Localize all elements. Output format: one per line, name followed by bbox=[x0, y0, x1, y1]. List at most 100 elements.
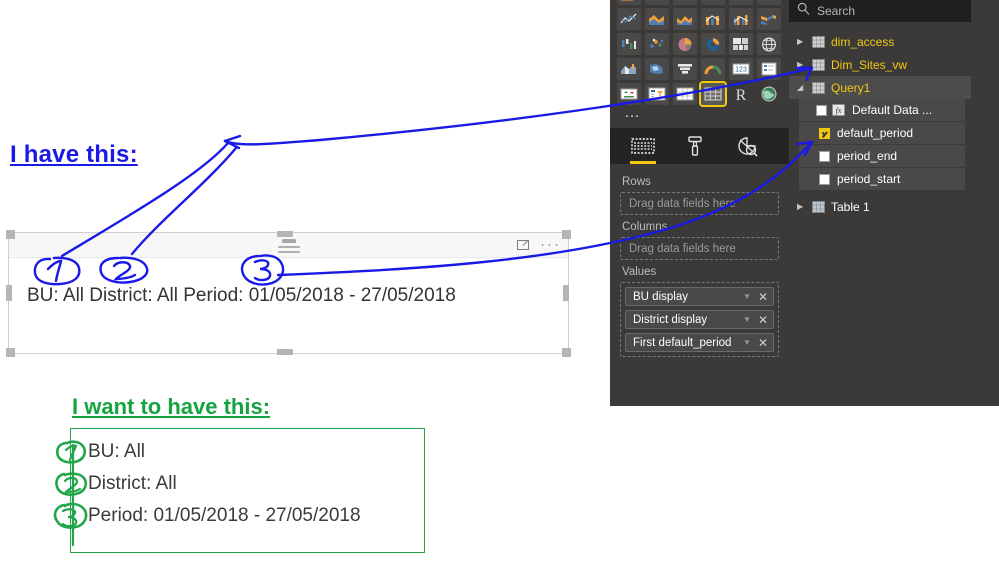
chevron-down-icon[interactable]: ▼ bbox=[743, 292, 751, 301]
chevron-right-icon[interactable]: ▶ bbox=[797, 37, 806, 46]
chevron-down-icon[interactable]: ◢ bbox=[797, 83, 806, 92]
table-icon bbox=[812, 200, 825, 213]
tab-format[interactable] bbox=[680, 131, 710, 161]
svg-text:123: 123 bbox=[735, 67, 747, 74]
slicer-icon[interactable] bbox=[645, 83, 669, 105]
tree-table-label: dim_access bbox=[831, 34, 895, 49]
screenshot-root: I have this: ··· BU: All District: All P… bbox=[0, 0, 999, 586]
value-field-pill[interactable]: First default_period ▼ ✕ bbox=[625, 333, 774, 352]
field-checkbox[interactable] bbox=[816, 104, 827, 116]
tree-table-query1[interactable]: ◢ Query1 bbox=[789, 76, 971, 99]
desired-line-3: Period: 01/05/2018 - 27/05/2018 bbox=[88, 505, 361, 526]
desired-line-1: BU: All bbox=[88, 441, 146, 462]
tree-table-label: Dim_Sites_vw bbox=[831, 57, 908, 72]
tree-field-label: period_end bbox=[837, 149, 898, 163]
search-input[interactable]: Search bbox=[817, 4, 855, 18]
remove-field-icon[interactable]: ✕ bbox=[758, 314, 768, 326]
more-visuals-button[interactable]: … bbox=[624, 105, 642, 121]
tree-table-dim-sites-vw[interactable]: ▶ Dim_Sites_vw bbox=[789, 53, 971, 76]
selection-handle-bottom-left[interactable] bbox=[6, 348, 15, 357]
line-chart-icon[interactable] bbox=[617, 8, 641, 30]
line-stacked-column-chart-icon[interactable] bbox=[701, 8, 725, 30]
focus-mode-icon[interactable] bbox=[516, 237, 531, 252]
line-clustered-column-chart-icon[interactable] bbox=[729, 8, 753, 30]
stacked-bar-chart-icon[interactable] bbox=[617, 0, 641, 5]
card-visual-body: BU: All District: All Period: 01/05/2018… bbox=[9, 257, 568, 353]
100-stacked-column-chart-icon[interactable] bbox=[757, 0, 781, 5]
tree-field-period-end[interactable]: period_end bbox=[799, 145, 965, 167]
more-options-icon[interactable]: ··· bbox=[540, 237, 561, 252]
treemap-icon[interactable] bbox=[729, 33, 753, 55]
selection-handle-top-middle[interactable] bbox=[277, 231, 293, 237]
columns-drop-zone[interactable]: Drag data fields here bbox=[620, 237, 779, 260]
kpi-icon[interactable] bbox=[617, 83, 641, 105]
matrix-icon[interactable] bbox=[699, 81, 727, 107]
tree-field-default-data[interactable]: fx Default Data ... bbox=[799, 99, 965, 121]
visualizations-pane: 123 R … Rows Drag data fields here Colum… bbox=[610, 0, 789, 406]
card-icon[interactable]: 123 bbox=[729, 58, 753, 80]
rows-drop-zone[interactable]: Drag data fields here bbox=[620, 192, 779, 215]
stacked-column-chart-icon[interactable] bbox=[645, 0, 669, 5]
selection-handle-top-left[interactable] bbox=[6, 230, 15, 239]
remove-field-icon[interactable]: ✕ bbox=[758, 337, 768, 349]
shape-map-icon[interactable] bbox=[645, 58, 669, 80]
desired-line-2: District: All bbox=[88, 473, 177, 494]
clustered-column-chart-icon[interactable] bbox=[701, 0, 725, 5]
table-icon[interactable] bbox=[673, 83, 697, 105]
tree-table-dim-access[interactable]: ▶ dim_access bbox=[789, 30, 971, 53]
tree-field-period-start[interactable]: period_start bbox=[799, 168, 965, 190]
svg-text:fx: fx bbox=[836, 106, 842, 115]
100-stacked-bar-chart-icon[interactable] bbox=[729, 0, 753, 5]
values-drop-zone[interactable]: BU display ▼ ✕ District display ▼ ✕ Firs… bbox=[620, 282, 779, 357]
values-well-label: Values bbox=[622, 266, 657, 278]
stacked-area-chart-icon[interactable] bbox=[673, 8, 697, 30]
gauge-icon[interactable] bbox=[701, 58, 725, 80]
tab-analytics[interactable] bbox=[732, 131, 762, 161]
value-field-pill[interactable]: BU display ▼ ✕ bbox=[625, 287, 774, 306]
funnel-icon[interactable] bbox=[673, 58, 697, 80]
drag-handle-icon[interactable] bbox=[277, 239, 300, 253]
filled-map-icon[interactable] bbox=[617, 58, 641, 80]
waterfall-chart-icon[interactable] bbox=[617, 33, 641, 55]
scatter-chart-icon[interactable] bbox=[645, 33, 669, 55]
table-icon bbox=[812, 35, 825, 48]
field-checkbox[interactable] bbox=[819, 127, 830, 139]
fields-tree: ▶ dim_access ▶ Dim_Sites_vw ◢ Query1 fx … bbox=[789, 30, 971, 218]
clustered-bar-chart-icon[interactable] bbox=[673, 0, 697, 5]
chevron-right-icon[interactable]: ▶ bbox=[797, 202, 806, 211]
value-field-pill[interactable]: District display ▼ ✕ bbox=[625, 310, 774, 329]
map-icon[interactable] bbox=[757, 33, 781, 55]
table-icon bbox=[812, 58, 825, 71]
donut-chart-icon[interactable] bbox=[701, 33, 725, 55]
tree-table-table-1[interactable]: ▶ Table 1 bbox=[789, 195, 971, 218]
measure-icon: fx bbox=[832, 104, 845, 116]
ribbon-chart-icon[interactable] bbox=[757, 8, 781, 30]
fields-search-box[interactable]: Search bbox=[789, 0, 971, 22]
svg-text:R: R bbox=[736, 87, 747, 102]
want-this-heading: I want to have this: bbox=[72, 394, 271, 419]
multi-row-card-icon[interactable] bbox=[757, 58, 781, 80]
search-icon bbox=[797, 2, 810, 20]
tree-field-default-period[interactable]: default_period bbox=[799, 122, 965, 144]
columns-well-label: Columns bbox=[622, 221, 668, 233]
visualization-type-gallery: 123 R bbox=[615, 0, 785, 107]
tree-field-label: default_period bbox=[837, 126, 914, 140]
pie-chart-icon[interactable] bbox=[673, 33, 697, 55]
chevron-down-icon[interactable]: ▼ bbox=[743, 338, 751, 347]
selection-handle-bottom-right[interactable] bbox=[562, 348, 571, 357]
chevron-right-icon[interactable]: ▶ bbox=[797, 60, 806, 69]
field-checkbox[interactable] bbox=[819, 150, 830, 162]
r-script-visual-icon[interactable]: R bbox=[729, 83, 753, 105]
selection-handle-bottom-middle[interactable] bbox=[277, 349, 293, 355]
arcgis-map-icon[interactable] bbox=[757, 83, 781, 105]
card-visual[interactable]: ··· BU: All District: All Period: 01/05/… bbox=[8, 232, 569, 354]
tab-fields[interactable] bbox=[628, 131, 658, 164]
selection-handle-top-right[interactable] bbox=[562, 230, 571, 239]
selection-handle-left-middle[interactable] bbox=[6, 285, 12, 301]
selection-handle-right-middle[interactable] bbox=[563, 285, 569, 301]
powerbi-panes: 123 R … Rows Drag data fields here Colum… bbox=[610, 0, 999, 406]
field-checkbox[interactable] bbox=[819, 173, 830, 185]
chevron-down-icon[interactable]: ▼ bbox=[743, 315, 751, 324]
area-chart-icon[interactable] bbox=[645, 8, 669, 30]
remove-field-icon[interactable]: ✕ bbox=[758, 291, 768, 303]
